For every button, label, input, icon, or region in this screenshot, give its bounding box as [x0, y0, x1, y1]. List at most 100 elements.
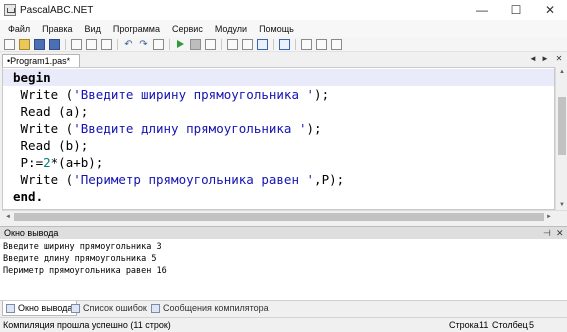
row-value: 11	[479, 320, 489, 330]
menu-view[interactable]: Вид	[79, 24, 107, 34]
paste-icon[interactable]	[101, 38, 112, 50]
code-text: Write (	[13, 172, 74, 187]
column-value: 5	[529, 320, 535, 330]
toolbar-separator	[169, 38, 170, 50]
form-designer-3-icon[interactable]	[331, 38, 342, 50]
toolbar: ↶ ↷	[0, 37, 567, 52]
open-folder-icon[interactable]	[19, 38, 30, 50]
row-label: Строка	[449, 320, 479, 330]
code-text: ,P);	[314, 172, 345, 187]
menu-modules[interactable]: Модули	[209, 24, 253, 34]
compile-icon[interactable]	[205, 38, 216, 50]
format-icon[interactable]	[153, 38, 164, 50]
scroll-left-icon[interactable]: ◄	[2, 211, 14, 223]
output-panel-title: Окно вывода	[4, 228, 59, 238]
editor-tab-strip: •Program1.pas* ◄ ► ✕	[0, 52, 567, 67]
compiler-messages-icon	[151, 304, 160, 313]
menu-edit[interactable]: Правка	[36, 24, 78, 34]
output-window-icon	[6, 304, 15, 313]
copy-icon[interactable]	[86, 38, 97, 50]
code-line: Write ('Периметр прямоугольника равен ',…	[13, 171, 345, 188]
debug-toggle-icon[interactable]	[257, 38, 268, 50]
tab-prev-icon[interactable]: ◄	[528, 54, 538, 63]
save-all-icon[interactable]	[49, 38, 60, 50]
code-editor[interactable]: begin Write ('Введите ширину прямоугольн…	[2, 67, 555, 210]
undo-icon[interactable]: ↶	[123, 39, 134, 50]
tab-program1[interactable]: •Program1.pas*	[2, 54, 80, 67]
output-line: Введите длину прямоугольника 5	[3, 254, 157, 264]
string-literal: 'Введите длину прямоугольника '	[73, 121, 307, 136]
cut-icon[interactable]	[71, 38, 82, 50]
code-line: Read (a);	[13, 104, 89, 119]
tab-close-icon[interactable]: ✕	[554, 54, 564, 63]
stop-icon[interactable]	[190, 38, 201, 50]
output-window[interactable]: Введите ширину прямоугольника 3 Введите …	[0, 239, 567, 301]
code-line: Write ('Введите ширину прямоугольника ')…	[13, 86, 330, 103]
toolbar-separator	[273, 38, 274, 50]
output-panel-header: Окно вывода ⊣ ✕	[0, 226, 567, 239]
column-label: Столбец	[492, 320, 528, 330]
bottom-tab-strip: Окно вывода Список ошибок Сообщения комп…	[0, 301, 567, 317]
number-literal: 2	[43, 155, 51, 170]
vertical-scroll-thumb[interactable]	[558, 97, 566, 155]
tab-next-icon[interactable]: ►	[540, 54, 550, 63]
app-icon	[4, 4, 16, 16]
save-icon[interactable]	[34, 38, 45, 50]
toolbar-separator	[65, 38, 66, 50]
status-message: Компиляция прошла успешно (11 строк)	[3, 320, 171, 330]
form-designer-icon[interactable]	[301, 38, 312, 50]
menu-file[interactable]: Файл	[2, 24, 36, 34]
scroll-right-icon[interactable]: ►	[543, 211, 555, 223]
pin-icon[interactable]: ⊣	[543, 227, 551, 239]
step-into-icon[interactable]	[242, 38, 253, 50]
code-text: );	[314, 87, 330, 102]
code-line: begin	[13, 69, 51, 86]
redo-icon[interactable]: ↷	[138, 39, 149, 50]
panel-close-icon[interactable]: ✕	[556, 227, 564, 239]
tab-label: Список ошибок	[83, 303, 147, 313]
string-literal: 'Периметр прямоугольника равен '	[73, 172, 315, 187]
maximize-button[interactable]: ☐	[499, 0, 533, 20]
minimize-button[interactable]: —	[465, 0, 499, 20]
menu-help[interactable]: Помощь	[253, 24, 300, 34]
menu-service[interactable]: Сервис	[166, 24, 209, 34]
step-over-icon[interactable]	[227, 38, 238, 50]
horizontal-scroll-thumb[interactable]	[14, 213, 544, 221]
current-line-highlight	[3, 69, 554, 86]
toolbar-separator	[221, 38, 222, 50]
scroll-up-icon[interactable]: ▲	[556, 67, 567, 77]
string-literal: 'Введите ширину прямоугольника '	[73, 87, 315, 102]
code-line: P:=2*(a+b);	[13, 154, 104, 171]
keyword: begin	[13, 70, 51, 85]
code-text: *(a+b);	[50, 155, 104, 170]
tab-compiler-messages[interactable]: Сообщения компилятора	[148, 301, 273, 316]
code-text: P:=	[13, 155, 44, 170]
tab-output-window[interactable]: Окно вывода	[2, 301, 78, 316]
status-bar: Компиляция прошла успешно (11 строк) Стр…	[0, 317, 567, 332]
code-line: Read (b);	[13, 138, 89, 153]
title-bar: PascalABC.NET — ☐ ✕	[0, 0, 567, 20]
close-button[interactable]: ✕	[533, 0, 567, 20]
code-text: Write (	[13, 121, 74, 136]
run-icon[interactable]	[175, 39, 186, 50]
toolbar-separator	[295, 38, 296, 50]
code-line: Write ('Введите длину прямоугольника ');	[13, 120, 322, 137]
menu-program[interactable]: Программа	[107, 24, 166, 34]
code-line: end.	[13, 188, 43, 205]
tab-error-list[interactable]: Список ошибок	[68, 301, 151, 316]
vertical-scrollbar[interactable]: ▲ ▼	[555, 67, 567, 210]
window-title: PascalABC.NET	[20, 4, 94, 16]
scroll-down-icon[interactable]: ▼	[556, 200, 567, 210]
output-window-icon[interactable]	[279, 38, 290, 50]
code-text: Write (	[13, 87, 74, 102]
form-designer-2-icon[interactable]	[316, 38, 327, 50]
error-list-icon	[71, 304, 80, 313]
tab-label: Сообщения компилятора	[163, 303, 269, 313]
output-line: Введите ширину прямоугольника 3	[3, 242, 162, 252]
toolbar-separator	[117, 38, 118, 50]
new-file-icon[interactable]	[4, 38, 15, 50]
tab-label: Окно вывода	[18, 303, 73, 313]
keyword: end.	[13, 189, 44, 204]
output-line: Периметр прямоугольника равен 16	[3, 266, 167, 276]
horizontal-scrollbar[interactable]: ◄ ►	[2, 210, 567, 222]
